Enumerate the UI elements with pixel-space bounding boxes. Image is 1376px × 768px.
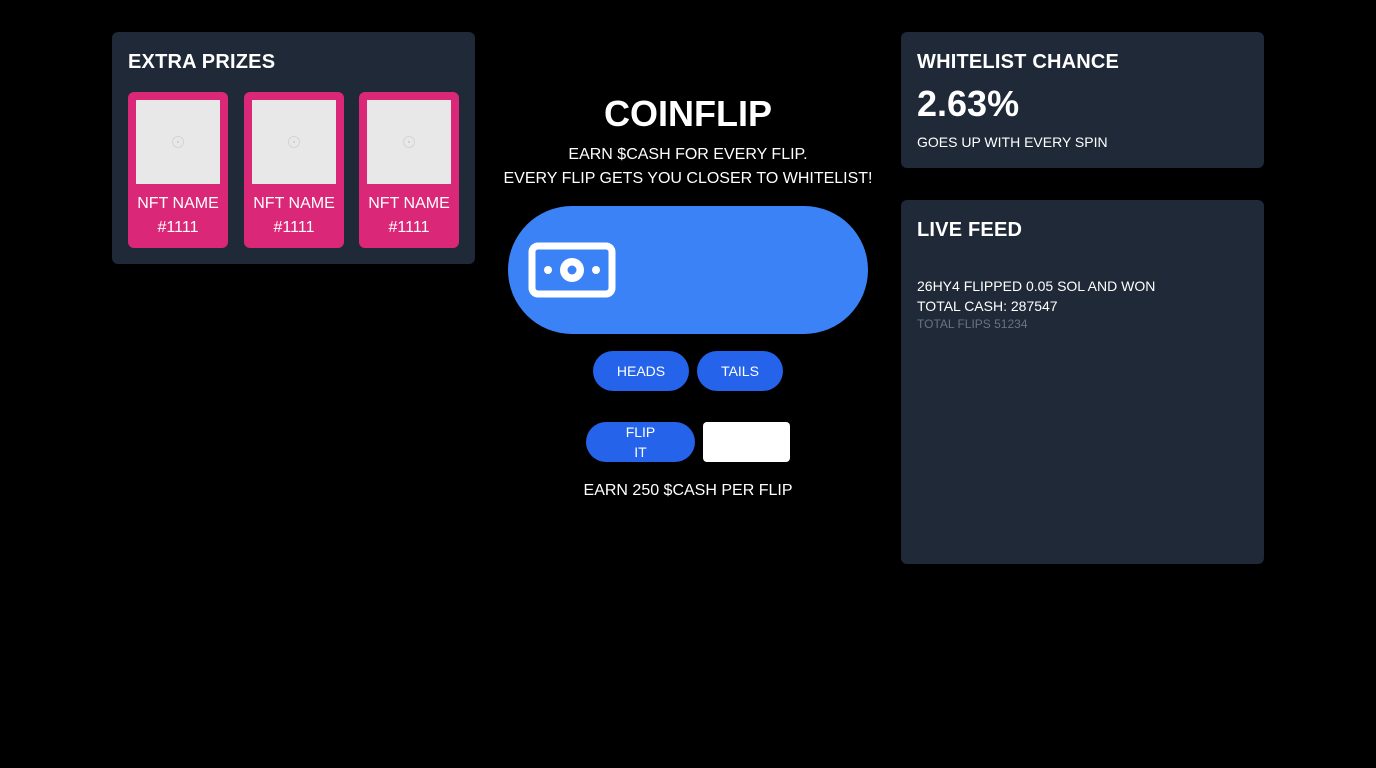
page-title: COINFLIP [604, 93, 772, 134]
prize-name: NFT NAME [137, 195, 219, 212]
prize-image [136, 100, 220, 184]
subtitle-line-2: EVERY FLIP GETS YOU CLOSER TO WHITELIST! [503, 170, 873, 187]
prize-label: NFT NAME #1111 [244, 192, 344, 240]
cash-icon [528, 242, 616, 298]
whitelist-note: GOES UP WITH EVERY SPIN [917, 134, 1108, 150]
feed-entry-text: 26HY4 FLIPPED 0.05 SOL AND WON [917, 278, 1156, 294]
prize-number: #1111 [388, 219, 430, 236]
prize-image [252, 100, 336, 184]
prize-card[interactable]: NFT NAME #1111 [128, 92, 228, 248]
feed-entry: 26HY4 FLIPPED 0.05 SOL AND WON TOTAL CAS… [917, 276, 1155, 332]
whitelist-percent: 2.63% [917, 83, 1020, 124]
tails-button[interactable]: TAILS [697, 351, 783, 391]
image-placeholder-icon [288, 136, 300, 148]
earn-per-flip-text: EARN 250 $CASH PER FLIP [583, 482, 793, 499]
page: EXTRA PRIZES NFT NAME #1111 NFT NAME #11… [0, 0, 1376, 768]
image-placeholder-icon [172, 136, 184, 148]
prize-number: #1111 [157, 219, 199, 236]
coin-display [508, 206, 868, 334]
prize-name: NFT NAME [368, 195, 450, 212]
whitelist-chance-panel: WHITELIST CHANCE 2.63% GOES UP WITH EVER… [901, 32, 1264, 168]
prize-number: #1111 [273, 219, 315, 236]
bet-amount-input[interactable] [703, 422, 790, 462]
prize-card[interactable]: NFT NAME #1111 [244, 92, 344, 248]
extra-prizes-panel: EXTRA PRIZES NFT NAME #1111 NFT NAME #11… [112, 32, 475, 264]
feed-entry-total-cash: TOTAL CASH: 287547 [917, 298, 1058, 314]
live-feed-panel: LIVE FEED 26HY4 FLIPPED 0.05 SOL AND WON… [901, 200, 1264, 564]
prize-label: NFT NAME #1111 [128, 192, 228, 240]
feed-entry-total-flips: TOTAL FLIPS 51234 [917, 317, 1028, 331]
flip-it-button[interactable]: FLIP IT [586, 422, 695, 462]
flip-it-label: FLIP IT [625, 424, 656, 460]
prize-label: NFT NAME #1111 [359, 192, 459, 240]
live-feed-title: LIVE FEED [917, 219, 1023, 241]
heads-button[interactable]: HEADS [593, 351, 689, 391]
prize-image [367, 100, 451, 184]
prize-card[interactable]: NFT NAME #1111 [359, 92, 459, 248]
prize-name: NFT NAME [253, 195, 335, 212]
whitelist-chance-title: WHITELIST CHANCE [917, 51, 1120, 73]
extra-prizes-title: EXTRA PRIZES [128, 51, 276, 73]
image-placeholder-icon [403, 136, 415, 148]
subtitle-line-1: EARN $CASH FOR EVERY FLIP. [568, 146, 808, 163]
